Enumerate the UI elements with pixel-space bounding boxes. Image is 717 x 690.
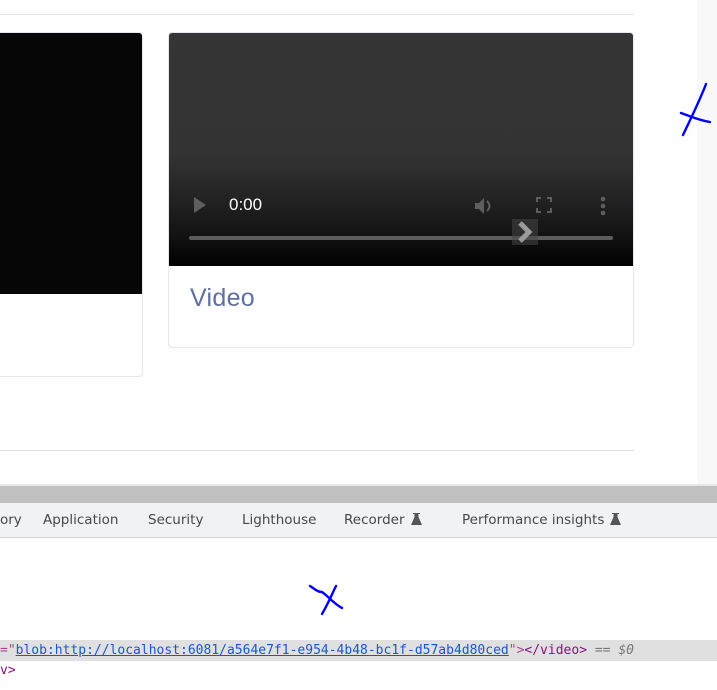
volume-icon[interactable] bbox=[473, 195, 495, 217]
video-src-link[interactable]: blob:http://localhost:6081/a564e7f1-e954… bbox=[16, 643, 509, 658]
devtools-tab-bar: ory Application Security Lighthouse Reco… bbox=[0, 503, 717, 538]
next-chevron-button[interactable] bbox=[512, 219, 538, 245]
divider-bottom bbox=[0, 450, 634, 451]
pen-annotation-x bbox=[308, 584, 344, 616]
dom-tree-selected-node[interactable]: ="blob:http://localhost:6081/a564e7f1-e9… bbox=[0, 640, 717, 661]
video-card-left bbox=[0, 32, 143, 377]
play-icon[interactable] bbox=[194, 197, 206, 213]
tab-recorder-label: Recorder bbox=[344, 512, 405, 528]
web-page: 0:00 Video bbox=[0, 0, 697, 484]
attr-prefix: =" bbox=[0, 643, 16, 658]
next-chevron-icon bbox=[518, 221, 533, 243]
seek-bar[interactable] bbox=[189, 236, 613, 240]
video-player-left[interactable] bbox=[0, 33, 142, 294]
flask-icon bbox=[410, 513, 422, 525]
devtools-resize-bar[interactable] bbox=[0, 486, 717, 503]
page-scroll-gutter bbox=[697, 0, 717, 484]
tab-application[interactable]: Application bbox=[43, 512, 118, 528]
tab-memory[interactable]: ory bbox=[0, 512, 22, 528]
tab-performance-insights[interactable]: Performance insights bbox=[462, 512, 622, 528]
tab-lighthouse[interactable]: Lighthouse bbox=[242, 512, 316, 528]
more-options-icon[interactable] bbox=[600, 196, 606, 216]
tab-performance-insights-label: Performance insights bbox=[462, 512, 605, 528]
card-title: Video bbox=[190, 284, 255, 312]
tab-recorder[interactable]: Recorder bbox=[344, 512, 422, 528]
console-ref: == $0 bbox=[594, 643, 634, 658]
pen-annotation-mark bbox=[679, 82, 712, 137]
dom-tree-node[interactable]: v> bbox=[0, 662, 16, 680]
attr-suffix: "> bbox=[508, 643, 525, 658]
current-time: 0:00 bbox=[229, 195, 263, 214]
divider-top bbox=[0, 14, 634, 15]
fullscreen-icon[interactable] bbox=[536, 197, 552, 213]
tab-security[interactable]: Security bbox=[148, 512, 203, 528]
devtools-panel: ory Application Security Lighthouse Reco… bbox=[0, 484, 717, 690]
video-player[interactable]: 0:00 bbox=[169, 33, 633, 266]
closing-tag: </video> bbox=[524, 643, 588, 658]
flask-icon bbox=[610, 513, 622, 525]
video-card-right: 0:00 Video bbox=[168, 32, 634, 348]
